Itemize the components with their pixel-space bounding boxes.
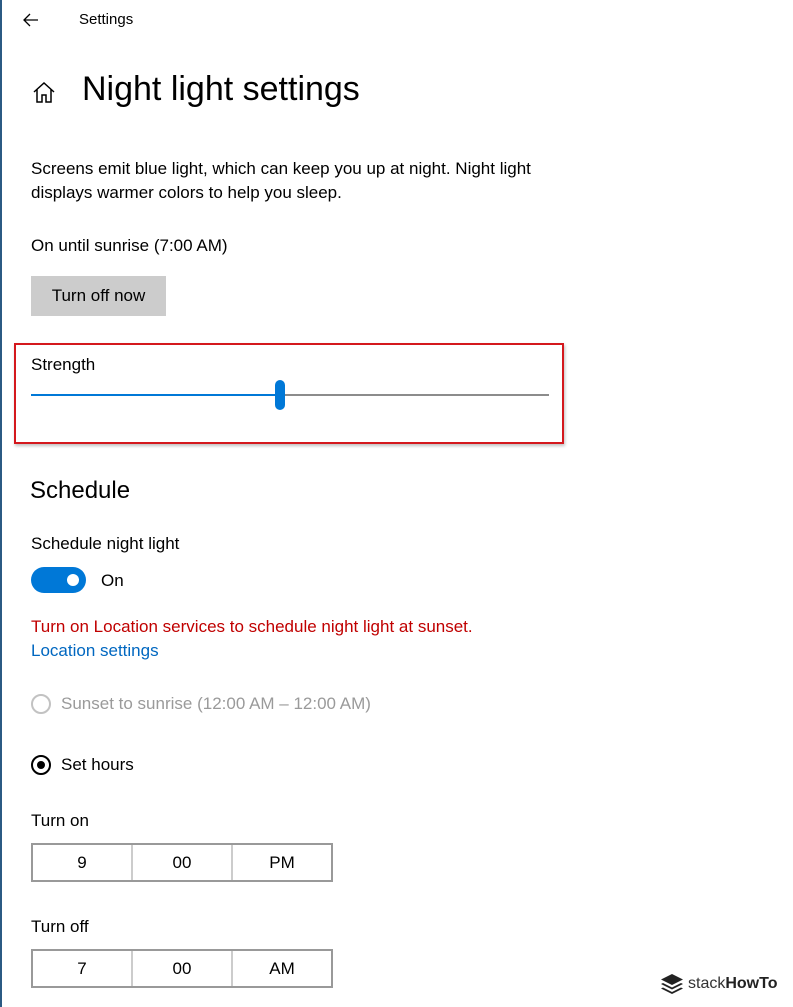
turn-on-time-picker[interactable]: 9 00 PM [31,843,333,882]
app-title: Settings [79,11,134,28]
window-left-edge [0,0,2,1007]
radio-set-hours[interactable]: Set hours [31,755,134,775]
hour-cell[interactable]: 9 [33,845,133,880]
page-description: Screens emit blue light, which can keep … [31,159,531,202]
location-settings-link[interactable]: Location settings [31,641,159,661]
turn-on-label: Turn on [31,811,89,830]
watermark-suffix: HowTo [725,975,778,992]
schedule-toggle[interactable] [31,567,86,593]
watermark-text: stackHowTo [688,975,777,993]
toggle-state-text: On [101,571,124,590]
turn-off-time-picker[interactable]: 7 00 AM [31,949,333,988]
turn-off-label: Turn off [31,917,89,936]
radio-label: Set hours [61,755,134,774]
watermark-prefix: stack [688,975,726,992]
schedule-heading: Schedule [30,477,131,504]
strength-slider[interactable] [31,380,549,410]
hour-cell[interactable]: 7 [33,951,133,986]
back-arrow-icon [23,13,38,27]
radio-circle [31,694,51,714]
layers-logo-icon [661,974,683,994]
night-light-status: On until sunrise (7:00 AM) [31,236,228,255]
toggle-knob [67,574,79,586]
period-cell[interactable]: PM [233,845,331,880]
stackhowto-watermark: stackHowTo [660,973,777,995]
slider-fill [31,394,280,396]
minute-cell[interactable]: 00 [133,845,233,880]
minute-cell[interactable]: 00 [133,951,233,986]
radio-label: Sunset to sunrise (12:00 AM – 12:00 AM) [61,694,371,713]
radio-sunset-to-sunrise[interactable]: Sunset to sunrise (12:00 AM – 12:00 AM) [31,694,371,714]
strength-label: Strength [31,355,96,374]
period-cell[interactable]: AM [233,951,331,986]
back-button[interactable] [14,4,48,36]
radio-selected-dot [37,761,45,769]
turn-off-now-button[interactable]: Turn off now [31,276,166,316]
slider-thumb[interactable] [274,380,285,410]
page-title: Night light settings [82,70,360,108]
radio-circle [31,755,51,775]
schedule-toggle-label: Schedule night light [31,534,180,553]
home-icon [33,81,55,103]
home-button[interactable] [28,76,60,108]
location-warning: Turn on Location services to schedule ni… [31,617,473,636]
